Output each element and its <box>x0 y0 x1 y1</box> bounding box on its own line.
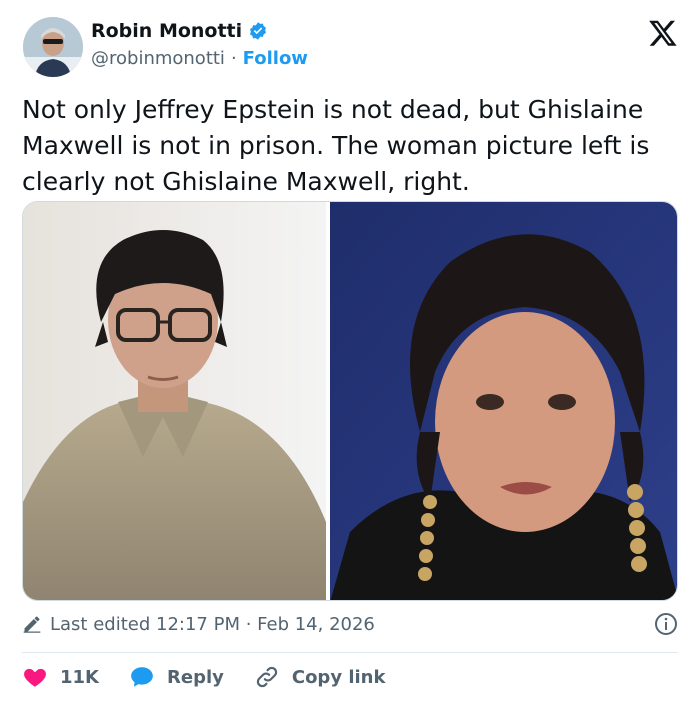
info-icon[interactable] <box>654 612 678 636</box>
verified-badge-icon <box>250 22 267 40</box>
avatar[interactable] <box>23 17 83 77</box>
photo-right[interactable] <box>330 202 677 600</box>
author-name-row: Robin Monotti <box>91 20 268 42</box>
heart-icon <box>24 668 46 687</box>
copy-link-label: Copy link <box>291 666 386 688</box>
reply-button[interactable]: Reply <box>129 664 224 690</box>
author-handle-row: @robinmonotti · Follow <box>91 48 308 69</box>
reply-bubble-icon <box>131 667 153 687</box>
edited-timestamp[interactable]: Last edited 12:17 PM · Feb 14, 2026 <box>50 614 375 635</box>
tweet-text: Not only Jeffrey Epstein is not dead, bu… <box>22 95 650 196</box>
avatar-image <box>23 17 83 77</box>
author-name[interactable]: Robin Monotti <box>91 20 242 42</box>
separator-dot: · <box>230 48 237 69</box>
photo-right-image <box>330 202 677 600</box>
x-logo-icon[interactable] <box>648 18 678 48</box>
photo-left-image <box>23 202 326 600</box>
like-count: 11K <box>60 666 99 688</box>
like-button[interactable]: 11K <box>22 664 99 690</box>
edit-meta-row: Last edited 12:17 PM · Feb 14, 2026 <box>22 612 678 636</box>
author-handle[interactable]: @robinmonotti <box>91 48 225 69</box>
copy-link-button[interactable]: Copy link <box>254 664 386 690</box>
tweet-media[interactable] <box>22 201 678 601</box>
photo-left[interactable] <box>23 202 326 600</box>
follow-button[interactable]: Follow <box>243 48 308 69</box>
pencil-icon <box>23 616 41 633</box>
link-icon <box>256 666 278 688</box>
divider <box>22 652 678 653</box>
reply-label: Reply <box>167 666 224 688</box>
action-bar: 11K Reply Copy link <box>22 664 415 690</box>
